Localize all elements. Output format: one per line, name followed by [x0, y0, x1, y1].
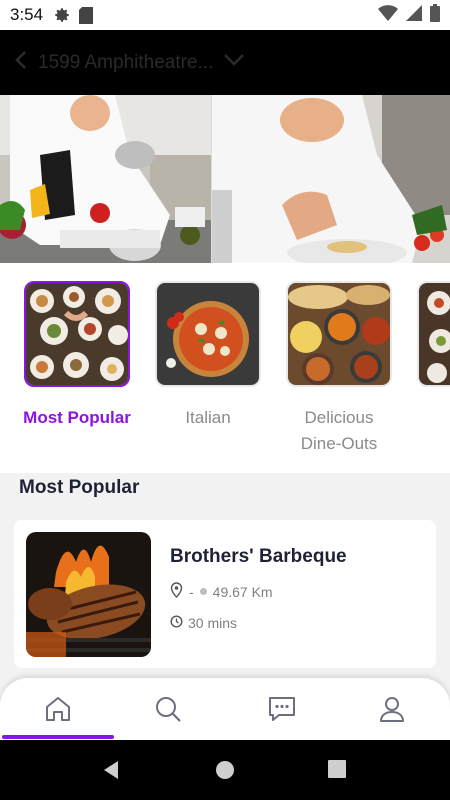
profile-icon[interactable]	[372, 692, 412, 726]
restaurant-name[interactable]: Brothers' Barbeque	[170, 546, 347, 568]
delivery-address[interactable]: 1599 Amphitheatre...	[38, 52, 213, 74]
chevron-down-icon[interactable]	[223, 53, 245, 72]
category-partial[interactable]: C	[416, 281, 450, 431]
location-header: 1599 Amphitheatre...	[0, 30, 450, 95]
status-time: 3:54	[10, 5, 44, 24]
category-image	[155, 281, 261, 387]
restaurant-distance: 49.67 Km	[212, 583, 273, 600]
category-label: Most Popular	[23, 408, 131, 427]
restaurant-location: -	[189, 583, 194, 600]
category-most-popular[interactable]: Most Popular	[23, 281, 131, 431]
recents-square-icon[interactable]	[328, 760, 346, 778]
wifi-icon	[378, 4, 398, 26]
gear-icon	[53, 6, 71, 24]
sd-card-icon	[79, 6, 94, 24]
status-bar: 3:54	[0, 0, 450, 30]
battery-icon	[430, 3, 440, 27]
restaurant-card[interactable]: Brothers' Barbeque - 49.67 Km 30 mins	[14, 520, 436, 668]
map-pin-icon	[170, 582, 183, 601]
restaurant-image	[26, 532, 151, 657]
delivery-time: 30 mins	[188, 615, 238, 631]
clock-icon	[170, 615, 183, 631]
category-delicious-dine-outs[interactable]: Delicious Dine-Outs	[285, 281, 393, 457]
restaurant-time-row: 30 mins	[170, 615, 237, 631]
category-label: Delicious Dine-Outs	[300, 408, 378, 453]
category-label: C	[416, 405, 450, 431]
chat-icon[interactable]	[262, 692, 302, 726]
hero-slide-chef-mixing	[0, 95, 211, 263]
home-circle-icon[interactable]	[215, 760, 235, 780]
category-italian[interactable]: Italian	[154, 281, 262, 431]
category-image	[417, 281, 450, 387]
home-icon[interactable]	[38, 692, 78, 726]
system-navigation-bar	[0, 740, 450, 800]
signal-icon	[406, 4, 422, 26]
restaurant-location-row: - 49.67 Km	[170, 582, 273, 601]
section-title: Most Popular	[19, 477, 140, 498]
category-image	[286, 281, 392, 387]
hero-carousel[interactable]	[0, 95, 450, 263]
bottom-navigation	[0, 678, 450, 740]
back-triangle-icon[interactable]	[101, 760, 121, 780]
category-label: Italian	[185, 408, 231, 427]
search-icon[interactable]	[148, 692, 188, 726]
separator-dot	[199, 588, 207, 595]
active-tab-indicator	[2, 735, 114, 739]
category-list: Most Popular Italian Delicious Dine-Outs	[0, 263, 450, 473]
category-image	[24, 281, 130, 387]
chevron-left-icon[interactable]	[14, 50, 28, 75]
hero-slide-chef-plating	[212, 95, 450, 263]
